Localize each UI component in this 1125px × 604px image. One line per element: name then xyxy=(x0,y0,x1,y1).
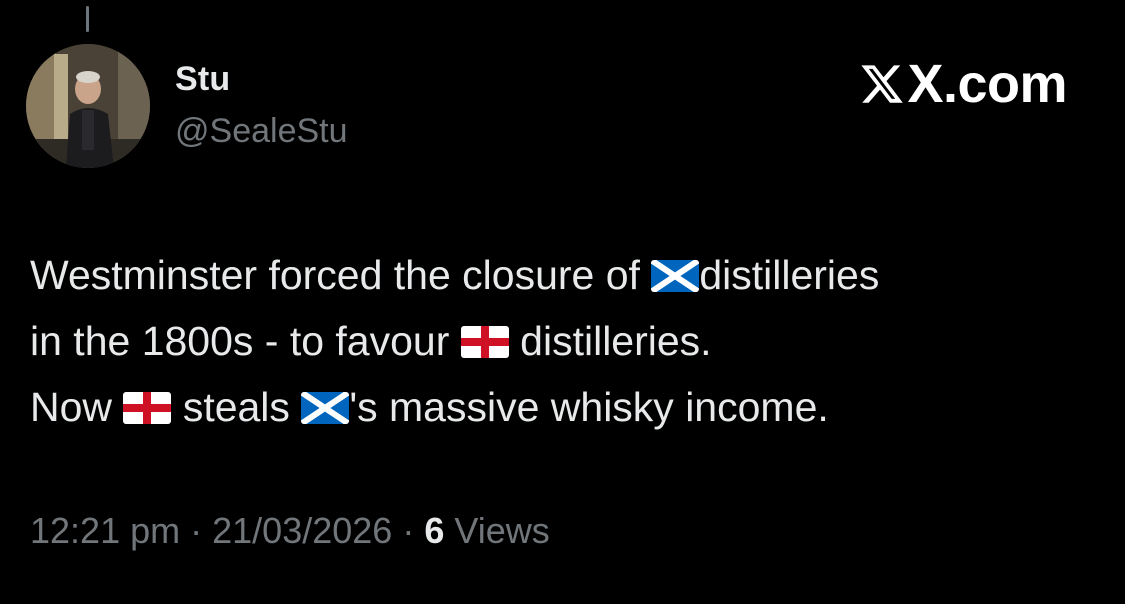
tweet-line-1: Westminster forced the closure of distil… xyxy=(30,242,1090,308)
tweet-text-segment: Now xyxy=(30,384,124,430)
tweet-text-segment: distilleries. xyxy=(520,318,712,364)
tweet-text-segment: in the 1800s - to favour xyxy=(30,318,461,364)
views-label: Views xyxy=(454,510,550,551)
tweet-text-segment: steals xyxy=(171,384,302,430)
tweet-text-segment: Westminster forced the closure of xyxy=(30,252,652,298)
meta-separator: · xyxy=(402,510,415,551)
avatar[interactable] xyxy=(26,44,150,168)
tweet-body: Westminster forced the closure of distil… xyxy=(30,242,1090,440)
x-brand-logo: X.com xyxy=(859,56,1067,112)
author-display-name[interactable]: Stu xyxy=(175,60,230,99)
meta-separator: · xyxy=(190,510,203,551)
avatar-photo xyxy=(26,44,150,168)
thread-connector-line xyxy=(86,6,89,32)
tweet-text-segment: 's massive whisky income. xyxy=(349,384,829,430)
tweet-timestamp[interactable]: 12:21 pm xyxy=(30,510,180,551)
tweet-line-3: Now steals 's massive whisky income. xyxy=(30,374,1090,440)
views-count: 6 xyxy=(424,510,445,551)
tweet-line-2: in the 1800s - to favour distilleries. xyxy=(30,308,1090,374)
scotland-flag-icon xyxy=(301,392,350,424)
scotland-flag-icon xyxy=(651,260,700,292)
brand-text: X.com xyxy=(907,54,1067,114)
tweet-date[interactable]: 21/03/2026 xyxy=(212,510,392,551)
england-flag-icon xyxy=(460,326,509,358)
tweet-metadata: 12:21 pm · 21/03/2026 · 6 Views xyxy=(30,510,550,552)
tweet-text-segment: distilleries xyxy=(699,252,880,298)
author-handle[interactable]: @SealeStu xyxy=(175,112,348,151)
x-logo-icon xyxy=(859,61,905,107)
england-flag-icon xyxy=(123,392,172,424)
